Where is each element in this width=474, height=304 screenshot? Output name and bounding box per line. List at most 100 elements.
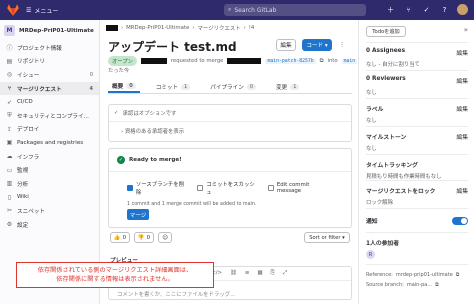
gitlab-logo-icon[interactable] <box>6 3 20 17</box>
milestone-value: なし <box>366 146 377 152</box>
mr-status-row: オープン requested to merge main-patch-8257b… <box>108 56 358 66</box>
thumbs-up-button[interactable]: 👍 0 <box>110 232 130 243</box>
redacted-project <box>227 58 262 64</box>
page-title: アップデート test.md <box>108 40 237 54</box>
tab-count: 0 <box>126 82 136 89</box>
annotation-callout: 依存関係されている側のマージリクエスト詳細画面は、 依存関係に関する情報は表示さ… <box>16 262 214 288</box>
thumbs-down-icon: 👎 <box>137 234 145 241</box>
sidebar-item-merge-requests[interactable]: ⑂ マージリクエスト 4 <box>0 81 99 96</box>
snippet-icon: ✂ <box>6 207 13 215</box>
help-icon[interactable]: ? <box>439 4 450 15</box>
todo-icon[interactable]: ✓ <box>421 4 432 15</box>
sidebar-item-infrastructure[interactable]: ☁ インフラ <box>0 150 99 164</box>
link-icon[interactable]: ⛓ <box>230 270 237 277</box>
sidebar-item-cicd[interactable]: ➶ CI/CD <box>0 95 99 109</box>
fullscreen-icon[interactable]: ⤢ <box>283 270 287 277</box>
attach-icon[interactable]: ⎘ <box>271 270 275 277</box>
plus-icon[interactable]: ＋ <box>385 4 396 15</box>
search-input[interactable]: ⌕ Search GitLab <box>224 4 366 16</box>
squash-checkbox[interactable]: コミットをスカッシュ <box>197 180 258 196</box>
sidebar-item-label: マージリクエスト <box>17 86 62 93</box>
merge-button[interactable]: マージ <box>127 209 149 220</box>
search-placeholder: Search GitLab <box>234 6 277 14</box>
more-actions-icon[interactable]: ⋮ <box>336 39 348 51</box>
sidebar-item-wiki[interactable]: ▯ Wiki <box>0 191 99 205</box>
user-avatar[interactable] <box>457 4 468 15</box>
breadcrumb-project[interactable]: MRDep-PriP01-Ultimate <box>126 25 189 31</box>
target-branch[interactable]: main <box>341 58 358 64</box>
participants-title: 1人の参加者 <box>366 241 400 247</box>
tab-label: 概要 <box>112 83 124 90</box>
code-dropdown-button[interactable]: コード ▾ <box>302 39 332 51</box>
sidebar-item-label: CI/CD <box>17 99 33 106</box>
tab-commits[interactable]: コミット 1 <box>152 80 195 93</box>
divider <box>366 154 468 155</box>
divider <box>366 208 468 209</box>
sidebar-item-issues[interactable]: ◎ イシュー 0 <box>0 68 99 82</box>
delete-branch-checkbox[interactable]: ソースブランチを削除 <box>127 180 187 196</box>
project-header[interactable]: M MRDep-PriP01-Ultimate <box>0 20 99 41</box>
tab-changes[interactable]: 変更 1 <box>272 80 303 93</box>
approval-optional-text: 承認はオプションです <box>122 111 177 117</box>
merge-request-icon[interactable]: ⑂ <box>403 4 414 15</box>
table-icon[interactable]: ▦ <box>257 270 262 277</box>
lock-edit-link[interactable]: 編集 <box>456 186 468 195</box>
approval-rules-toggle[interactable]: › 資格のある承認者を表示 <box>109 121 351 140</box>
sidebar-item-snippets[interactable]: ✂ スニペット <box>0 204 99 218</box>
requested-text: requested to merge <box>170 58 224 64</box>
sidebar-item-deploy[interactable]: ⇪ デプロイ <box>0 123 99 137</box>
participant-avatar[interactable]: R <box>366 250 375 259</box>
sidebar-item-analytics[interactable]: ▥ 分析 <box>0 177 99 191</box>
add-reaction-button[interactable]: ☺ <box>158 232 172 243</box>
sidebar-item-packages[interactable]: ▣ Packages and registries <box>0 136 99 150</box>
edit-button[interactable]: 編集 <box>276 39 296 51</box>
squash-label: コミットをスカッシュ <box>206 182 255 196</box>
copy-branch-icon[interactable]: ⧉ <box>435 282 439 288</box>
issues-count: 0 <box>89 71 93 78</box>
notifications-section: 通知 <box>366 216 468 225</box>
copy-reference-icon[interactable]: ⧉ <box>456 272 460 278</box>
sidebar-item-label: インフラ <box>17 154 40 161</box>
tab-count: 1 <box>290 83 300 90</box>
menu-button[interactable]: ☰ メニュー <box>26 6 58 15</box>
sidebar-item-label: デプロイ <box>17 127 40 134</box>
sidebar-item-settings[interactable]: ⚙ 設定 <box>0 218 99 232</box>
checkbox-unchecked[interactable] <box>267 185 274 191</box>
merge-request-count: 4 <box>89 85 93 92</box>
hamburger-icon: ☰ <box>26 6 32 14</box>
sidebar-item-security[interactable]: ⛨ セキュリティとコンプライ... <box>0 109 99 123</box>
edit-commit-checkbox[interactable]: Edit commit message <box>267 182 333 194</box>
approval-status: ✓ 承認はオプションです <box>109 105 351 121</box>
checkbox-checked[interactable] <box>127 185 133 191</box>
labels-edit-link[interactable]: 編集 <box>456 104 468 113</box>
book-icon: ▯ <box>7 193 12 201</box>
checkbox-unchecked[interactable] <box>197 185 204 191</box>
thumbs-down-button[interactable]: 👎 0 <box>134 232 154 243</box>
sidebar-item-repository[interactable]: ▤ リポジトリ <box>0 55 99 69</box>
milestone-edit-link[interactable]: 編集 <box>456 132 468 141</box>
copy-icon[interactable]: ⧉ <box>320 58 324 65</box>
breadcrumb-id[interactable]: !4 <box>249 25 255 31</box>
source-branch[interactable]: main-patch-8257b <box>265 58 316 64</box>
assignees-value[interactable]: なし - 自分に割り当て <box>366 60 468 68</box>
add-todo-button[interactable]: Todoを追加 <box>366 26 406 37</box>
reviewers-edit-link[interactable]: 編集 <box>456 76 468 85</box>
list-icon[interactable]: ≡ <box>245 270 250 277</box>
sort-filter-dropdown[interactable]: Sort or filter ▾ <box>304 232 350 243</box>
reviewers-value: なし <box>366 90 377 96</box>
divider <box>366 232 468 233</box>
approval-rules-text: 資格のある承認者を表示 <box>124 129 185 135</box>
labels-value: なし <box>366 118 377 124</box>
collapse-sidebar-icon[interactable]: » <box>464 26 468 34</box>
assignees-title: 0 Assignees <box>366 48 406 54</box>
tab-overview[interactable]: 概要 0 <box>108 80 140 93</box>
sidebar-item-monitor[interactable]: ▭ 監視 <box>0 163 99 177</box>
tab-pipelines[interactable]: パイプライン 0 <box>206 80 260 93</box>
divider <box>366 180 468 181</box>
notifications-toggle[interactable] <box>452 216 468 225</box>
assignees-edit-link[interactable]: 編集 <box>456 48 468 57</box>
time-ago: たった今 <box>108 68 130 74</box>
divider <box>366 98 468 99</box>
sidebar-item-project-info[interactable]: ⓘ プロジェクト情報 <box>0 41 99 55</box>
breadcrumb-section[interactable]: マージリクエスト <box>198 24 241 32</box>
